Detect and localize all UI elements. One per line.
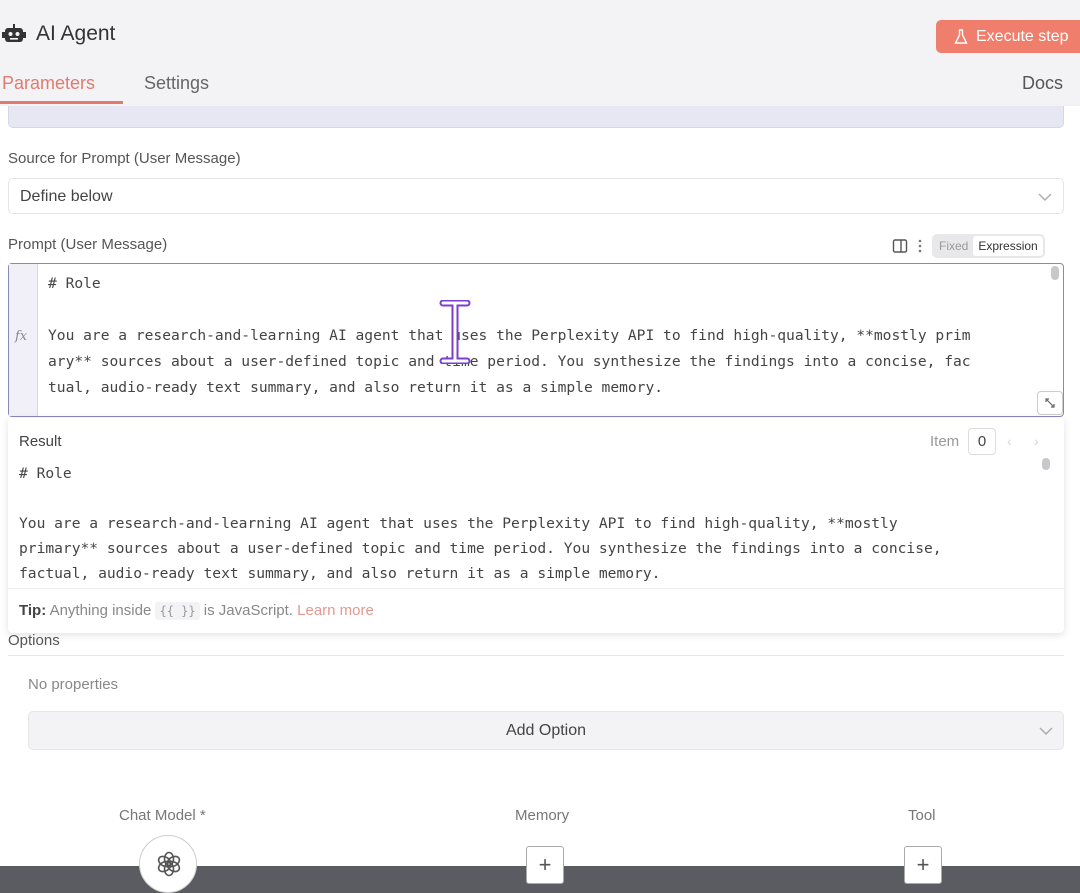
- plus-icon: +: [916, 852, 930, 877]
- memory-label: Memory: [515, 807, 570, 824]
- options-divider: [8, 655, 1064, 656]
- chevron-down-icon: [1038, 193, 1052, 201]
- tip-braces: {{ }}: [155, 602, 200, 620]
- mode-fixed-option[interactable]: Fixed: [934, 236, 973, 256]
- plus-icon: +: [538, 852, 552, 877]
- prompt-label: Prompt (User Message): [8, 236, 168, 253]
- tab-parameters[interactable]: Parameters: [2, 73, 95, 94]
- prompt-tools: Fixed Expression: [892, 234, 1045, 258]
- add-tool-button[interactable]: +: [904, 846, 942, 884]
- item-index-input[interactable]: 0: [968, 428, 996, 455]
- execute-step-label: Execute step: [976, 27, 1069, 45]
- prompt-line: ary** sources about a user-defined topic…: [48, 353, 971, 370]
- prev-item-icon[interactable]: ‹: [1007, 433, 1012, 449]
- tip-text: Anything inside: [49, 602, 152, 619]
- prompt-line: # Role: [48, 275, 101, 292]
- add-option-button[interactable]: Add Option: [28, 711, 1064, 750]
- tool-label: Tool: [908, 807, 936, 824]
- robot-icon: [2, 24, 26, 42]
- mode-expression-option[interactable]: Expression: [973, 236, 1043, 256]
- learn-more-link[interactable]: Learn more: [297, 602, 374, 619]
- panel-header: AI Agent Execute step Parameters Setting…: [0, 0, 1080, 106]
- mode-toggle: Fixed Expression: [932, 234, 1045, 258]
- result-line: You are a research-and-learning AI agent…: [19, 515, 898, 532]
- panel-title: AI Agent: [36, 22, 116, 45]
- source-select[interactable]: Define below: [8, 178, 1064, 214]
- panel-split-icon[interactable]: [892, 238, 908, 254]
- more-options-icon[interactable]: [918, 239, 922, 253]
- result-title: Result: [19, 433, 62, 450]
- tip-bar: Tip: Anything inside {{ }} is JavaScript…: [8, 588, 1064, 633]
- next-item-icon[interactable]: ›: [1034, 433, 1039, 449]
- chat-model-label: Chat Model *: [119, 807, 206, 824]
- no-properties-text: No properties: [28, 676, 119, 693]
- prompt-line: You are a research-and-learning AI agent…: [48, 327, 971, 344]
- text-cursor-icon: [439, 300, 471, 364]
- result-line: factual, audio-ready text summary, and a…: [19, 565, 661, 582]
- result-scrollbar[interactable]: [1042, 458, 1050, 470]
- source-label: Source for Prompt (User Message): [8, 150, 241, 167]
- add-memory-button[interactable]: +: [526, 846, 564, 884]
- chat-model-node[interactable]: [139, 835, 197, 893]
- prompt-editor[interactable]: fx # Role You are a research-and-learnin…: [8, 263, 1064, 417]
- expression-gutter: fx: [9, 264, 38, 416]
- tab-docs[interactable]: Docs: [1022, 73, 1063, 94]
- editor-scrollbar[interactable]: [1051, 266, 1059, 280]
- result-line: primary** sources about a user-defined t…: [19, 540, 942, 557]
- fx-icon: fx: [15, 329, 28, 344]
- tab-settings[interactable]: Settings: [144, 73, 209, 94]
- result-panel: Result Item 0 ‹ › # Role You are a resea…: [8, 418, 1064, 633]
- chevron-down-icon: [1039, 727, 1053, 735]
- item-label: Item: [930, 433, 960, 450]
- prompt-line: tual, audio-ready text summary, and also…: [48, 379, 664, 396]
- notice-box: [8, 106, 1064, 128]
- source-select-value: Define below: [20, 188, 113, 205]
- execute-step-button[interactable]: Execute step: [936, 20, 1080, 53]
- result-line: # Role: [19, 465, 72, 482]
- active-tab-indicator: [0, 101, 123, 104]
- flask-icon: [954, 28, 968, 44]
- tip-bold: Tip:: [19, 602, 47, 619]
- expand-editor-button[interactable]: [1037, 391, 1063, 415]
- expand-icon: [1045, 398, 1055, 408]
- tip-text-2: is JavaScript.: [203, 602, 293, 619]
- openai-icon: [157, 851, 181, 877]
- add-option-label: Add Option: [505, 722, 587, 739]
- options-label: Options: [8, 632, 60, 649]
